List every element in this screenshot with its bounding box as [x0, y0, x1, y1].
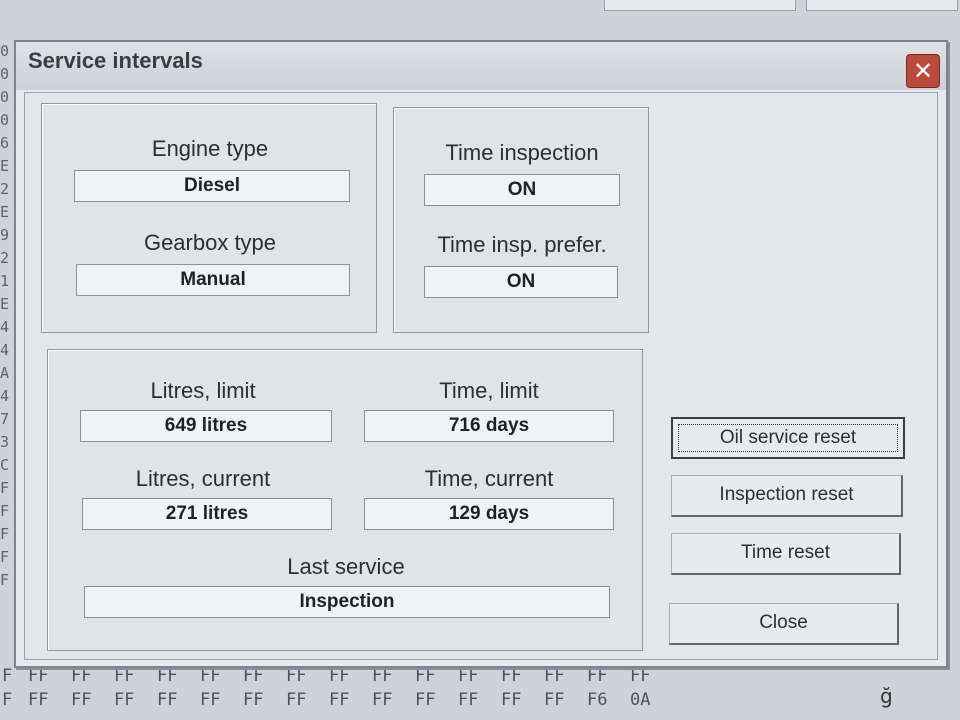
hex-byte: FF — [501, 666, 522, 686]
background-glyph: ğ — [880, 684, 893, 708]
hex-byte: F6 — [587, 690, 608, 710]
dialog-title: Service intervals — [28, 48, 203, 73]
hex-byte: FF — [28, 666, 49, 686]
hex-byte: FF — [114, 690, 135, 710]
hex-byte: FF — [157, 666, 178, 686]
engine-type-label: Engine type — [151, 136, 269, 161]
background-button-1 — [604, 0, 796, 11]
close-icon[interactable]: ✕ — [906, 54, 940, 88]
hex-byte: FF — [114, 666, 135, 686]
hex-byte: FF — [286, 666, 307, 686]
hex-byte: FF — [501, 690, 522, 710]
background-hex-row: F FF FF FF FF FF FF FF FF FF FF FF FF FF F6 0A — [0, 690, 700, 712]
hex-byte: FF — [28, 690, 49, 710]
hex-byte: FF — [544, 666, 565, 686]
time-current-field: 129 days — [364, 498, 614, 530]
time-reset-button[interactable]: Time reset — [671, 533, 901, 575]
gearbox-type-label: Gearbox type — [143, 230, 277, 255]
vehicle-type-group: Engine type Diesel Gearbox type Manual — [41, 103, 377, 333]
hex-byte: FF — [372, 690, 393, 710]
hex-byte: FF — [458, 666, 479, 686]
hex-byte: 0A — [630, 690, 651, 710]
litres-current-field: 271 litres — [82, 498, 332, 530]
service-intervals-dialog: Service intervals ✕ Engine type Diesel G… — [14, 40, 948, 668]
hex-byte: FF — [157, 690, 178, 710]
engine-type-field: Diesel — [74, 170, 350, 202]
hex-byte: FF — [544, 690, 565, 710]
hex-byte: FF — [71, 666, 92, 686]
time-inspection-label: Time inspection — [445, 140, 599, 165]
hex-byte: FF — [329, 666, 350, 686]
hex-byte: FF — [372, 666, 393, 686]
hex-byte: FF — [286, 690, 307, 710]
hex-byte: FF — [200, 666, 221, 686]
litres-limit-field: 649 litres — [80, 410, 332, 442]
hex-byte: FF — [415, 690, 436, 710]
litres-current-label: Litres, current — [135, 466, 271, 491]
title-bar[interactable]: Service intervals ✕ — [16, 42, 946, 90]
hex-byte: FF — [329, 690, 350, 710]
litres-limit-label: Litres, limit — [150, 378, 256, 403]
last-service-field: Inspection — [84, 586, 610, 618]
hex-byte: F — [2, 690, 13, 710]
hex-byte: FF — [71, 690, 92, 710]
time-insp-prefer-label: Time insp. prefer. — [437, 232, 607, 257]
time-insp-prefer-field: ON — [424, 266, 618, 298]
time-limit-field: 716 days — [364, 410, 614, 442]
service-values-group: Litres, limit 649 litres Time, limit 716… — [47, 349, 643, 651]
background-button-2 — [806, 0, 958, 11]
hex-byte: F — [2, 666, 13, 686]
last-service-label: Last service — [287, 554, 405, 579]
time-limit-label: Time, limit — [439, 378, 539, 403]
hex-byte: FF — [243, 690, 264, 710]
hex-byte: FF — [415, 666, 436, 686]
hex-byte: FF — [200, 690, 221, 710]
oil-service-reset-label: Oil service reset — [719, 427, 857, 448]
inspection-reset-button[interactable]: Inspection reset — [671, 475, 903, 517]
dialog-client-area: Engine type Diesel Gearbox type Manual T… — [24, 92, 938, 660]
time-current-label: Time, current — [424, 466, 554, 491]
background-hex-row: F FF FF FF FF FF FF FF FF FF FF FF FF FF FF FF — [0, 666, 700, 688]
hex-byte: FF — [630, 666, 651, 686]
hex-byte: FF — [587, 666, 608, 686]
gearbox-type-field: Manual — [76, 264, 350, 296]
oil-service-reset-button[interactable]: Oil service reset — [671, 417, 905, 459]
hex-byte: FF — [458, 690, 479, 710]
time-inspection-field: ON — [424, 174, 620, 206]
close-button[interactable]: Close — [669, 603, 899, 645]
time-inspection-group: Time inspection ON Time insp. prefer. ON — [393, 107, 649, 333]
hex-byte: FF — [243, 666, 264, 686]
